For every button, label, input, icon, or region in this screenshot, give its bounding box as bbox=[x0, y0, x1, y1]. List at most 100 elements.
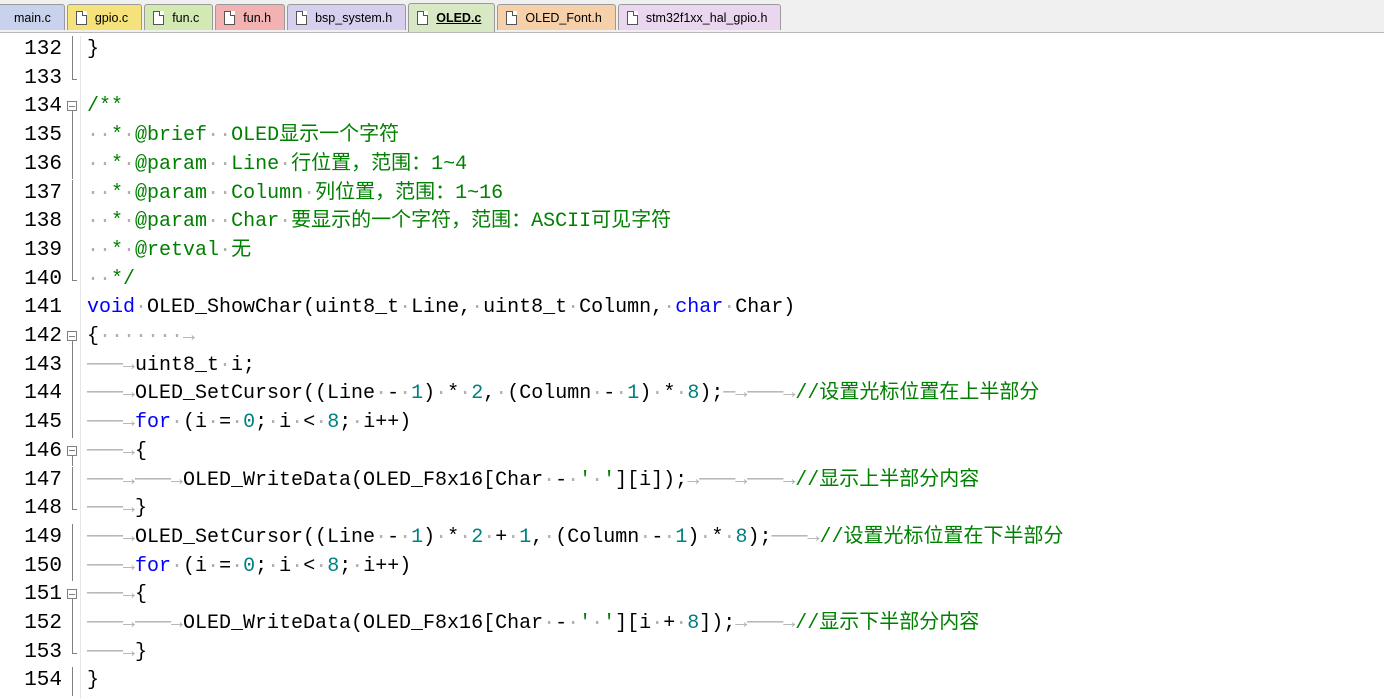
code-text[interactable]: /** bbox=[87, 93, 123, 122]
line-number: 142 bbox=[24, 325, 62, 348]
fold-toggle-icon[interactable] bbox=[67, 93, 79, 123]
tab-gpio-c[interactable]: gpio.c bbox=[66, 4, 143, 30]
line-number: 146 bbox=[24, 439, 62, 463]
code-text[interactable]: ··*/ bbox=[87, 266, 135, 295]
tab-oled-font-h[interactable]: OLED_Font.h bbox=[497, 4, 616, 30]
code-editor-window: main.c gpio.c fun.c fun.h bsp_system.h OLED.c… bbox=[0, 0, 1384, 699]
code-text[interactable]: ───→uint8_t·i; bbox=[87, 352, 255, 381]
code-line[interactable]: 138 ··*·@param··Char·要显示的一个字符，范围：ASCII可见字… bbox=[0, 208, 1384, 237]
code-token: ; bbox=[255, 554, 268, 578]
line-number: 153 bbox=[24, 640, 62, 664]
code-text[interactable]: void·OLED_ShowChar(uint8_t·Line,·uint8_t… bbox=[87, 294, 795, 323]
code-text[interactable]: ───→───→OLED_WriteData(OLED_F8x16[Char·-… bbox=[87, 610, 979, 639]
code-text[interactable]: ───→} bbox=[87, 639, 147, 668]
code-line[interactable]: 139 ··*·@retval·无 bbox=[0, 236, 1384, 266]
code-line[interactable]: 132} bbox=[0, 36, 1384, 65]
whitespace-marker: · bbox=[483, 525, 496, 549]
whitespace-marker: · bbox=[459, 525, 472, 549]
code-line[interactable]: 151 ───→{ bbox=[0, 581, 1384, 610]
whitespace-marker: ───→───→ bbox=[87, 468, 184, 492]
code-text[interactable]: ───→{ bbox=[87, 438, 147, 467]
code-text[interactable]: ───→} bbox=[87, 495, 147, 524]
code-text[interactable]: ───→for·(i·=·0;·i·<·8;·i++) bbox=[87, 409, 411, 438]
code-line[interactable]: 148 ───→} bbox=[0, 495, 1384, 524]
fold-toggle-icon[interactable] bbox=[67, 581, 79, 610]
code-line[interactable]: 135 ··*·@brief··OLED显示一个字符 bbox=[0, 122, 1384, 151]
code-line[interactable]: 142 {·······→ bbox=[0, 323, 1384, 352]
code-line[interactable]: 147 ───→───→OLED_WriteData(OLED_F8x16[Cha… bbox=[0, 466, 1384, 496]
fold-toggle-icon[interactable] bbox=[67, 323, 79, 352]
file-icon bbox=[506, 10, 518, 25]
code-line[interactable]: 141 void·OLED_ShowChar(uint8_t·Line,·uint… bbox=[0, 294, 1384, 323]
code-line[interactable]: 145 ───→for·(i·=·0;·i·<·8;·i++) bbox=[0, 409, 1384, 438]
code-text[interactable]: ··*·@brief··OLED显示一个字符 bbox=[87, 122, 399, 151]
code-text[interactable]: ───→for·(i·=·0;·i·<·8;·i++) bbox=[87, 553, 411, 582]
fold-guide bbox=[67, 179, 79, 209]
code-text[interactable]: } bbox=[87, 667, 99, 696]
code-text[interactable]: ··*·@param··Column·列位置，范围：1~16 bbox=[87, 180, 503, 209]
line-number: 150 bbox=[24, 554, 62, 578]
whitespace-marker: · bbox=[651, 382, 664, 406]
code-line[interactable]: 136 ··*·@param··Line·行位置，范围：1~4 bbox=[0, 150, 1384, 180]
code-line[interactable]: 153 ───→} bbox=[0, 638, 1384, 668]
code-line[interactable]: 133 bbox=[0, 64, 1384, 94]
whitespace-marker: · bbox=[675, 382, 688, 406]
code-token: } bbox=[135, 497, 148, 521]
code-text[interactable]: ··*·@param··Char·要显示的一个字符，范围：ASCII可见字符 bbox=[87, 208, 671, 237]
code-token: < bbox=[303, 554, 316, 578]
code-token: < bbox=[303, 411, 316, 435]
whitespace-marker: · bbox=[567, 296, 580, 320]
whitespace-marker: · bbox=[651, 612, 664, 635]
code-line[interactable]: 152 ───→───→OLED_WriteData(OLED_F8x16[Cha… bbox=[0, 610, 1384, 639]
number-token: 0 bbox=[243, 554, 256, 578]
whitespace-marker: · bbox=[123, 210, 136, 234]
line-number: 145 bbox=[24, 411, 62, 435]
tab-fun-h[interactable]: fun.h bbox=[215, 4, 286, 30]
whitespace-marker: · bbox=[267, 554, 280, 578]
code-line[interactable]: 150 ───→for·(i·=·0;·i·<·8;·i++) bbox=[0, 552, 1384, 582]
code-token: - bbox=[555, 468, 568, 492]
tab-bsp-system-h[interactable]: bsp_system.h bbox=[287, 4, 407, 30]
code-text[interactable]: {·······→ bbox=[87, 323, 195, 352]
tab-main-c[interactable]: main.c bbox=[0, 4, 65, 30]
code-text[interactable]: } bbox=[87, 36, 99, 65]
tab-oled-c[interactable]: OLED.c bbox=[408, 3, 496, 32]
code-line[interactable]: 137 ··*·@param··Column·列位置，范围：1~16 bbox=[0, 179, 1384, 209]
code-token: uint8_t bbox=[135, 353, 220, 377]
code-text[interactable]: ··*·@param··Line·行位置，范围：1~4 bbox=[87, 151, 467, 180]
code-token: ]); bbox=[699, 612, 736, 635]
file-icon bbox=[626, 10, 638, 25]
tab-label: OLED.c bbox=[436, 11, 482, 25]
whitespace-marker: · bbox=[207, 411, 220, 435]
code-text[interactable]: ───→OLED_SetCursor((Line·-·1)·*·2·+·1,·(… bbox=[87, 524, 1064, 553]
whitespace-marker: · bbox=[291, 411, 304, 435]
fold-end-marker bbox=[67, 638, 79, 668]
tab-label: OLED_Font.h bbox=[525, 10, 602, 25]
code-line[interactable]: 149 ───→OLED_SetCursor((Line·-·1)·*·2·+·1… bbox=[0, 523, 1384, 553]
code-text[interactable]: ───→{ bbox=[87, 581, 147, 610]
comment-token: @param bbox=[135, 210, 208, 234]
code-token: ; bbox=[255, 411, 268, 435]
code-token: - bbox=[387, 382, 400, 406]
code-line[interactable]: 143 ───→uint8_t·i; bbox=[0, 351, 1384, 381]
code-line[interactable]: 154} bbox=[0, 667, 1384, 697]
line-number: 136 bbox=[24, 152, 62, 176]
code-line[interactable]: 146 ───→{ bbox=[0, 438, 1384, 467]
comment-token: //显示下半部分内容 bbox=[795, 612, 980, 635]
code-text[interactable]: ··*·@retval·无 bbox=[87, 237, 251, 266]
whitespace-marker: · bbox=[303, 181, 316, 205]
tab-label: bsp_system.h bbox=[315, 10, 393, 25]
fold-toggle-icon[interactable] bbox=[67, 438, 79, 467]
tab-stm32f1xx-hal-gpio-h[interactable]: stm32f1xx_hal_gpio.h bbox=[617, 4, 782, 30]
whitespace-marker: · bbox=[219, 238, 232, 262]
code-line[interactable]: 144 ───→OLED_SetCursor((Line·-·1)·*·2,·(C… bbox=[0, 380, 1384, 410]
code-line[interactable]: 134 /** bbox=[0, 93, 1384, 123]
comment-token: 无 bbox=[231, 238, 252, 262]
code-area[interactable]: 132} 133 134/** 135 ··*·@brief··OLED显示一个字符 13… bbox=[0, 36, 1384, 699]
keyword-token: void bbox=[87, 296, 136, 320]
code-text[interactable]: ───→OLED_SetCursor((Line·-·1)·*·2,·(Colu… bbox=[87, 380, 1039, 409]
code-line[interactable]: 140 ··*/ bbox=[0, 265, 1384, 295]
code-text[interactable]: ───→───→OLED_WriteData(OLED_F8x16[Char·-… bbox=[87, 467, 979, 496]
comment-token: /** bbox=[87, 95, 124, 119]
tab-fun-c[interactable]: fun.c bbox=[144, 4, 214, 30]
